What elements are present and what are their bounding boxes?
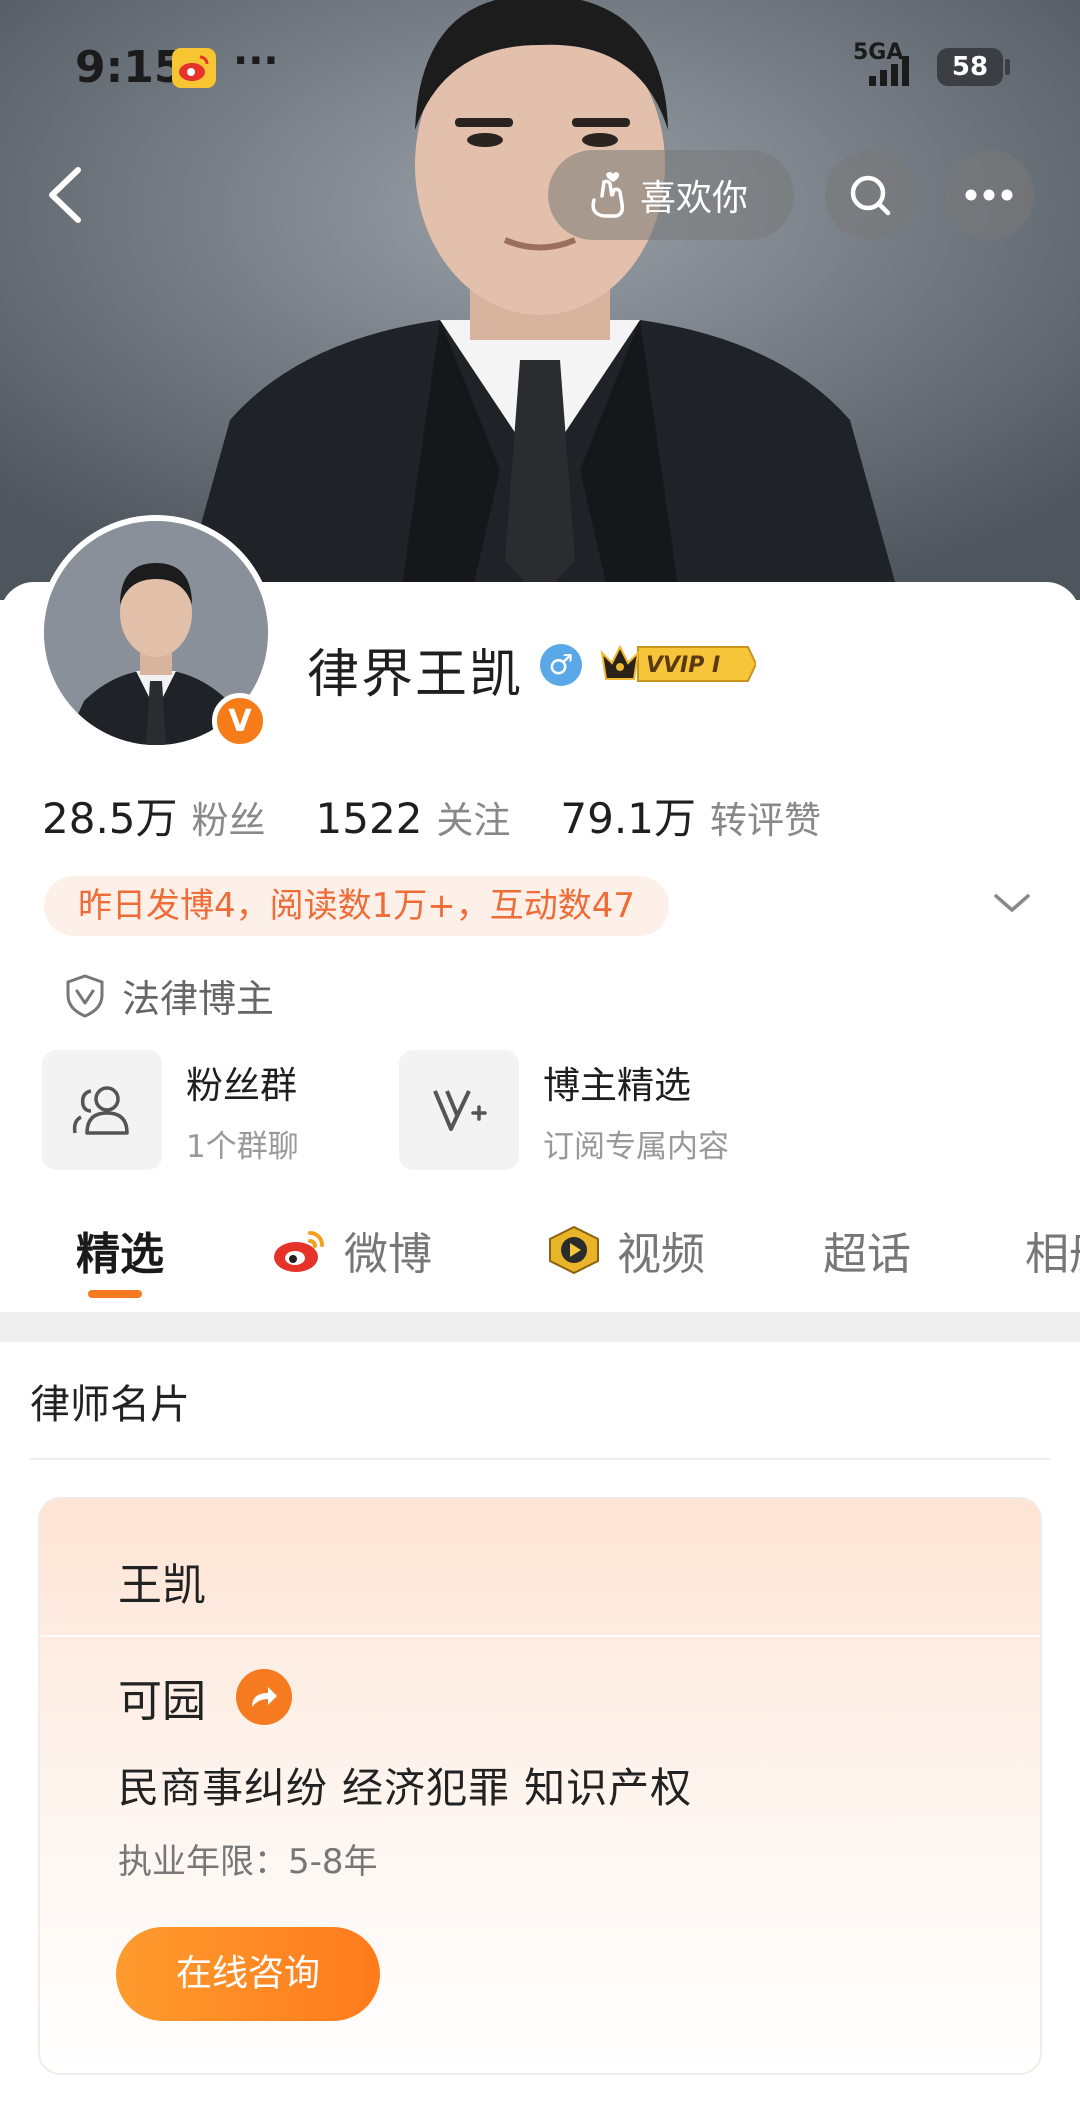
law-firm-row[interactable]: 可园	[118, 1665, 292, 1729]
active-tab-indicator	[88, 1290, 142, 1298]
profile-name: 律界王凯	[307, 645, 524, 705]
profile-tabs: 精选 微博 视频 超话 相册	[0, 1190, 1080, 1310]
tab-super-topic-label: 超话	[823, 1229, 911, 1280]
tab-weibo-label: 微博	[344, 1229, 432, 1280]
signal-icon	[869, 56, 909, 86]
section-divider	[0, 1312, 1080, 1342]
section-title: 律师名片	[30, 1382, 190, 1428]
video-icon	[549, 1225, 599, 1275]
shield-v-icon	[66, 973, 104, 1018]
tab-featured[interactable]: 精选	[76, 1218, 164, 1282]
tab-video-label: 视频	[617, 1229, 705, 1280]
vvip-label: VVIP I	[646, 653, 720, 678]
fans-count[interactable]: 28.5万	[42, 785, 178, 846]
fan-group-title: 粉丝群	[186, 1063, 297, 1107]
fan-group-entry[interactable]: 粉丝群 1个群聊	[42, 1050, 299, 1170]
tab-album[interactable]: 相册	[1025, 1218, 1080, 1282]
section-divider-line	[30, 1458, 1050, 1460]
people-icon	[42, 1050, 162, 1170]
blogger-picks-subtitle: 订阅专属内容	[543, 1128, 729, 1165]
like-label: 喜欢你	[640, 178, 749, 219]
more-notifications-icon: ···	[233, 38, 279, 84]
law-firm-name: 可园	[118, 1676, 206, 1727]
search-icon	[850, 175, 891, 216]
more-dots-icon	[965, 189, 1013, 201]
blogger-picks-title: 博主精选	[543, 1063, 691, 1107]
following-label[interactable]: 关注	[436, 790, 510, 844]
tab-video[interactable]: 视频	[545, 1218, 705, 1282]
battery-level: 58	[937, 48, 1003, 86]
practice-areas: 民商事纠纷 经济犯罪 知识产权	[118, 1764, 693, 1812]
tab-album-label: 相册	[1025, 1229, 1080, 1280]
verified-badge: V	[212, 693, 268, 749]
weibo-icon	[274, 1231, 324, 1272]
blogger-picks-entry[interactable]: 博主精选 订阅专属内容	[399, 1050, 729, 1170]
card-divider	[40, 1635, 1040, 1637]
fans-label[interactable]: 粉丝	[192, 790, 266, 844]
online-consult-button[interactable]: 在线咨询	[116, 1927, 380, 2021]
v-plus-icon	[399, 1050, 519, 1170]
profile-cover: 9:15 ··· 5GA 58 喜欢你	[0, 0, 1080, 600]
status-bar: 9:15 ··· 5GA 58	[0, 0, 1080, 130]
vvip-badge[interactable]: VVIP I	[598, 641, 756, 687]
interactions-count: 79.1万	[560, 794, 696, 843]
profile-stats: 28.5万 粉丝 1522 关注 79.1万 转评赞	[42, 785, 821, 846]
interactions-label: 转评赞	[709, 799, 821, 842]
battery-icon	[1005, 59, 1010, 75]
chevron-down-icon[interactable]	[992, 888, 1032, 918]
lawyer-name: 王凯	[118, 1560, 206, 1611]
more-button[interactable]	[944, 150, 1034, 240]
practice-years: 执业年限：5-8年	[118, 1842, 378, 1882]
activity-summary[interactable]: 昨日发博4，阅读数1万+，互动数47	[44, 876, 670, 936]
blogger-tag[interactable]: 法律博主	[64, 968, 274, 1023]
male-gender-icon: ♂	[540, 644, 582, 686]
following-count[interactable]: 1522	[316, 794, 423, 843]
finger-heart-icon	[591, 172, 625, 218]
weibo-notification-icon	[172, 48, 216, 88]
tab-super-topic[interactable]: 超话	[823, 1218, 911, 1282]
search-button[interactable]	[825, 150, 915, 240]
blogger-tag-label: 法律博主	[122, 977, 275, 1021]
fan-group-subtitle: 1个群聊	[186, 1128, 299, 1165]
like-button[interactable]: 喜欢你	[548, 150, 794, 240]
forward-arrow-icon[interactable]	[236, 1669, 292, 1725]
status-time: 9:15	[75, 42, 185, 93]
lawyer-card[interactable]: 王凯 可园 民商事纠纷 经济犯罪 知识产权 执业年限：5-8年 在线咨询	[38, 1497, 1042, 2075]
back-arrow-icon[interactable]	[30, 160, 100, 230]
tab-weibo[interactable]: 微博	[270, 1218, 432, 1282]
tab-featured-label: 精选	[76, 1229, 164, 1280]
